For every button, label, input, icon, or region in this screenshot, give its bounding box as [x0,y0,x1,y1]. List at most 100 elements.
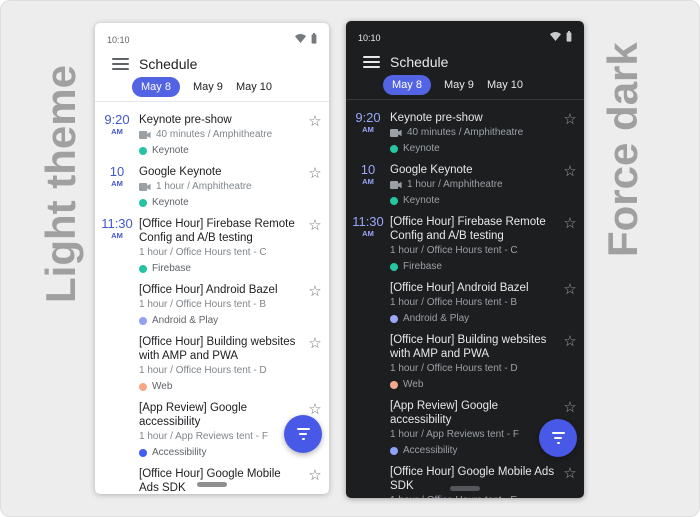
filter-fab[interactable] [284,415,322,453]
session-tag: Android & Play [139,315,303,326]
session-title: Keynote pre-show [390,111,558,125]
session-title: Keynote pre-show [139,113,303,127]
status-clock: 10:10 [358,33,381,43]
filter-fab[interactable] [539,419,577,457]
session-tag: Keynote [390,195,558,206]
session-time: 11:30 [95,217,139,231]
session-meta: 1 hour / Office Hours tent - D [390,363,558,375]
session-row[interactable]: [Office Hour] Building websites with AMP… [346,328,584,394]
force-dark-label: Force dark [599,31,647,257]
session-tag: Firebase [139,263,303,274]
phone-force-dark: 10:10 Schedule May 8 May 9 May 10 9:20 A… [346,21,584,498]
session-title: [Office Hour] Android Bazel [139,283,303,297]
tag-dot [390,197,398,205]
session-meta: 1 hour / Office Hours tent - E [390,495,558,498]
session-row[interactable]: [Office Hour] Building websites with AMP… [95,330,329,396]
star-button[interactable]: ☆ [303,283,327,328]
battery-icon [311,33,317,44]
star-button[interactable]: ☆ [303,335,327,394]
session-tag: Keynote [139,145,303,156]
session-meta: 1 hour / Amphitheatre [139,181,303,193]
session-ampm: AM [95,127,139,137]
session-row[interactable]: [Office Hour] Google Mobile Ads SDK 1 ho… [346,460,584,498]
tag-dot [390,145,398,153]
status-bar: 10:10 [95,23,329,45]
menu-icon[interactable] [112,58,129,70]
session-time: 11:30 [346,215,390,229]
wifi-icon [295,34,306,43]
session-time: 10 [95,165,139,179]
day-chip-may9[interactable]: May 9 [444,79,474,91]
page-title: Schedule [139,56,197,72]
star-button[interactable]: ☆ [558,163,582,208]
day-chip-may9[interactable]: May 9 [193,81,223,93]
day-selector: May 8 May 9 May 10 [346,77,584,99]
star-button[interactable]: ☆ [558,281,582,326]
session-row[interactable]: 10 AM Google Keynote 1 hour / Amphitheat… [95,160,329,212]
tag-dot [139,383,147,391]
star-button[interactable]: ☆ [303,165,327,210]
session-title: [Office Hour] Firebase Remote Config and… [139,217,303,245]
app-bar: Schedule [346,43,584,77]
session-tag: Web [139,381,303,392]
day-chip-may8[interactable]: May 8 [132,77,180,97]
star-button[interactable]: ☆ [558,465,582,498]
page-title: Schedule [390,54,448,70]
day-chip-may8[interactable]: May 8 [383,75,431,95]
session-tag: Keynote [390,143,558,154]
session-meta: 1 hour / Office Hours tent - B [139,299,303,311]
tag-dot [390,263,398,271]
session-ampm: AM [346,177,390,187]
video-icon [390,129,402,137]
session-tag: Keynote [139,197,303,208]
home-indicator[interactable] [197,482,227,487]
session-meta: 1 hour / Office Hours tent - B [390,297,558,309]
session-ampm: AM [95,179,139,189]
session-title: [Office Hour] Building websites with AMP… [390,333,558,361]
day-chip-may10[interactable]: May 10 [487,79,523,91]
session-row[interactable]: 10 AM Google Keynote 1 hour / Amphitheat… [346,158,584,210]
session-ampm: AM [346,125,390,135]
status-bar: 10:10 [346,21,584,43]
menu-icon[interactable] [363,56,380,68]
session-meta: 40 minutes / Amphitheatre [390,127,558,139]
session-title: Google Keynote [390,163,558,177]
app-bar: Schedule [95,45,329,79]
session-meta: 1 hour / Office Hours tent - C [390,245,558,257]
session-row[interactable]: [Office Hour] Google Mobile Ads SDK 1 ho… [95,462,329,494]
tag-dot [139,449,147,457]
session-meta: 1 hour / App Reviews tent - F [139,431,303,443]
session-title: [App Review] Google accessibility [390,399,558,427]
session-tag: Android & Play [390,313,558,324]
star-button[interactable]: ☆ [303,217,327,276]
comparison-canvas: Light theme Force dark 10:10 Schedule Ma… [0,0,700,517]
star-button[interactable]: ☆ [303,467,327,494]
star-button[interactable]: ☆ [303,113,327,158]
session-row[interactable]: 9:20 AM Keynote pre-show 40 minutes / Am… [95,108,329,160]
tag-dot [139,317,147,325]
video-icon [139,183,151,191]
home-indicator[interactable] [450,486,480,491]
session-row[interactable]: 11:30 AM [Office Hour] Firebase Remote C… [95,212,329,278]
session-time: 9:20 [95,113,139,127]
star-button[interactable]: ☆ [558,215,582,274]
day-selector: May 8 May 9 May 10 [95,79,329,101]
video-icon [390,181,402,189]
session-row[interactable]: 9:20 AM Keynote pre-show 40 minutes / Am… [346,106,584,158]
day-chip-may10[interactable]: May 10 [236,81,272,93]
session-meta: 40 minutes / Amphitheatre [139,129,303,141]
session-meta: 1 hour / Amphitheatre [390,179,558,191]
session-row[interactable]: [Office Hour] Android Bazel 1 hour / Off… [346,276,584,328]
filter-icon [552,432,565,434]
phone-light-theme: 10:10 Schedule May 8 May 9 May 10 9:20 A… [95,23,329,494]
star-button[interactable]: ☆ [558,333,582,392]
star-button[interactable]: ☆ [558,111,582,156]
light-theme-label: Light theme [37,33,85,303]
status-clock: 10:10 [107,35,130,45]
filter-icon [297,428,310,430]
video-icon [139,131,151,139]
session-row[interactable]: [Office Hour] Android Bazel 1 hour / Off… [95,278,329,330]
tag-dot [139,265,147,273]
session-row[interactable]: 11:30 AM [Office Hour] Firebase Remote C… [346,210,584,276]
tag-dot [390,447,398,455]
